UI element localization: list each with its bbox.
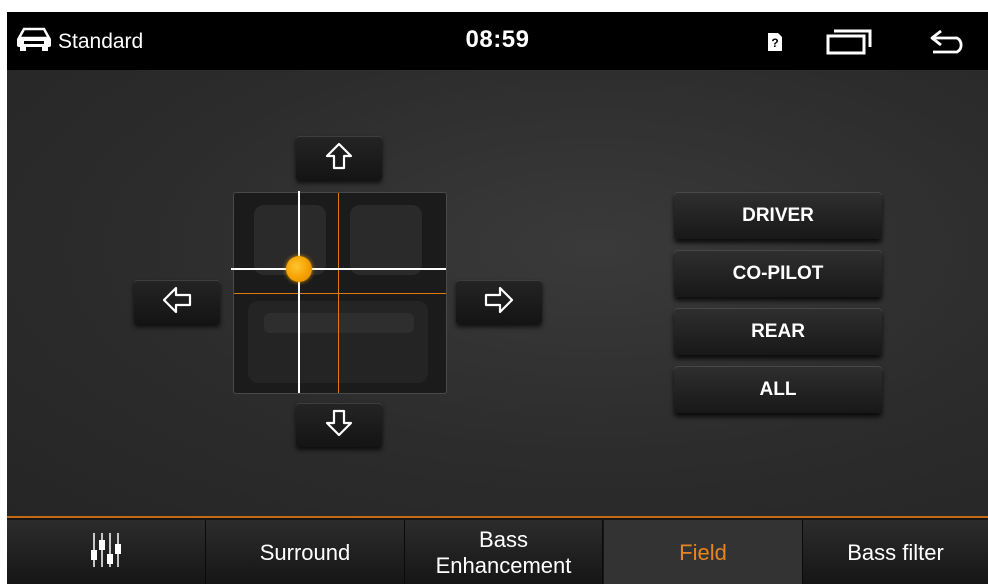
co-pilot-button[interactable]: CO-PILOT (674, 250, 882, 297)
rear-button[interactable]: REAR (674, 308, 882, 355)
listening-position-marker[interactable] (286, 256, 312, 282)
arrow-down-icon (325, 409, 353, 442)
position-horizontal-line (231, 268, 446, 270)
head-unit-screen: Standard 08:59 ? DRIVER CO-PILOT REAR AL… (7, 12, 988, 584)
position-vertical-line (298, 191, 300, 393)
field-panel: DRIVER CO-PILOT REAR ALL (7, 70, 988, 516)
arrow-up-icon (325, 142, 353, 175)
tab-surround[interactable]: Surround (206, 520, 405, 584)
tab-bass-filter[interactable]: Bass filter (803, 520, 988, 584)
audio-tab-bar: Surround Bass Enhancement Field Bass fil… (7, 516, 988, 584)
all-button[interactable]: ALL (674, 366, 882, 413)
tab-equalizer[interactable] (7, 520, 206, 584)
driver-button[interactable]: DRIVER (674, 192, 882, 239)
back-arrow-icon[interactable] (929, 28, 969, 61)
equalizer-icon (89, 530, 123, 576)
field-down-button[interactable] (296, 403, 382, 447)
arrow-right-icon (484, 286, 514, 319)
center-horizontal-guide (234, 293, 446, 294)
sim-card-question-icon: ? (767, 32, 783, 57)
tab-bass-enhancement[interactable]: Bass Enhancement (405, 520, 603, 584)
tab-field[interactable]: Field (604, 520, 803, 584)
field-up-button[interactable] (296, 136, 382, 180)
status-bar: Standard 08:59 ? (7, 12, 988, 70)
arrow-left-icon (162, 286, 192, 319)
sound-field-pad[interactable] (233, 192, 447, 394)
recent-apps-icon[interactable] (826, 29, 872, 60)
field-left-button[interactable] (134, 280, 220, 324)
svg-text:?: ? (771, 36, 778, 50)
field-right-button[interactable] (456, 280, 542, 324)
